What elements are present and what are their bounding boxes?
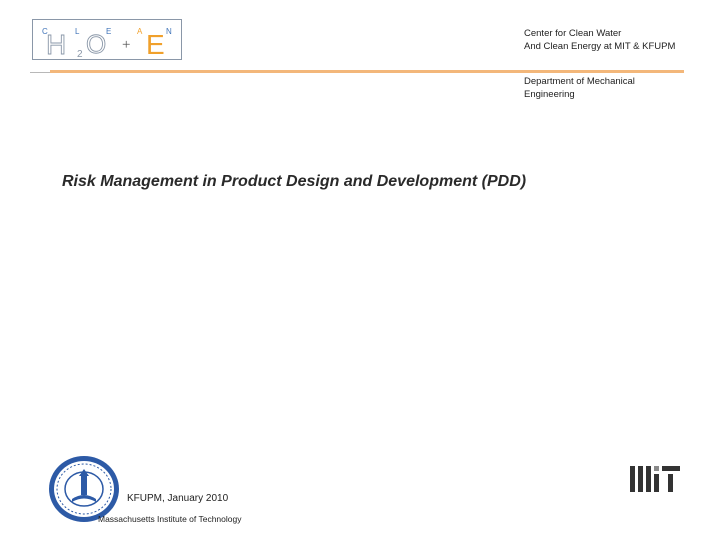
logo-letter-e-small: E	[106, 27, 111, 36]
center-name-line-2: And Clean Energy at MIT & KFUPM	[524, 41, 676, 52]
logo-letter-a: A	[137, 27, 143, 36]
clean-logo-icon: C L E A N H 2 O + E	[42, 27, 172, 60]
logo-subscript-2: 2	[77, 49, 83, 60]
logo-letter-l: L	[75, 27, 80, 36]
slide-title: Risk Management in Product Design and De…	[62, 173, 527, 190]
footer-institution: Massachusetts Institute of Technology	[98, 514, 242, 524]
clean-h2o-e-logo: C L E A N H 2 O + E	[32, 19, 182, 60]
department-line-1: Department of Mechanical	[524, 76, 635, 87]
header-divider-accent	[50, 70, 684, 73]
logo-o: O	[86, 29, 106, 59]
center-name: Center for Clean Water And Clean Energy …	[524, 27, 714, 53]
logo-h: H	[46, 29, 66, 60]
logo-plus: +	[122, 37, 130, 53]
logo-letter-n: N	[166, 27, 172, 36]
footer-event: KFUPM, January 2010	[127, 493, 229, 504]
department-line-2: Engineering	[524, 89, 575, 100]
logo-e-big: E	[146, 29, 165, 60]
center-name-line-1: Center for Clean Water	[524, 28, 622, 39]
header-divider-gray	[30, 72, 50, 73]
department-name: Department of Mechanical Engineering	[524, 75, 694, 101]
mit-logo-icon	[630, 466, 680, 497]
